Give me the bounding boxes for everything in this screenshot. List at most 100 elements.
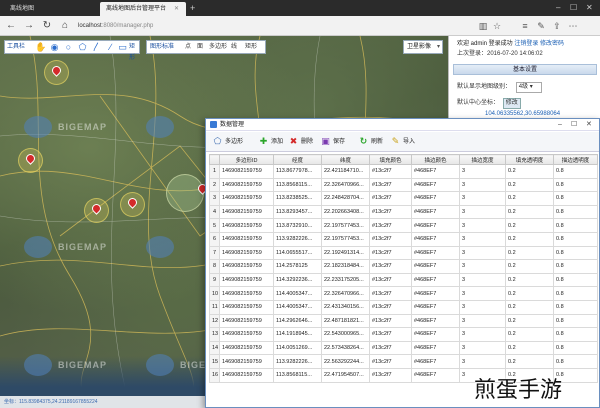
table-row[interactable]: 7 1469082159759 114.0655517... 22.192491314… [209,245,598,261]
table-cell[interactable]: #468EF7 [411,164,460,179]
table-row[interactable]: 15 1469082159759 113.9282226... 22.56329224… [209,354,598,369]
table-cell[interactable]: 3 [459,177,506,193]
reading-view-icon[interactable]: ▥ [476,19,490,33]
table-cell[interactable]: 0.8 [553,286,598,301]
table-cell[interactable]: 0.2 [505,272,554,288]
table-cell[interactable]: #468EF7 [411,259,460,274]
table-cell[interactable]: #13c2f7 [369,218,412,233]
table-row[interactable]: 3 1469082159759 113.8238525... 22.248428704… [209,191,598,206]
table-cell[interactable]: #468EF7 [411,313,460,329]
layer-line[interactable]: 线 [231,41,237,53]
table-row[interactable]: 6 1469082159759 113.9282226... 22.197577453… [209,231,598,247]
minimize-icon[interactable]: – [556,2,560,14]
table-row[interactable]: 11 1469082159759 114.4005347... 22.43134015… [209,299,598,315]
forward-icon[interactable]: → [22,19,36,33]
table-cell[interactable]: 22.421184710... [321,164,370,179]
dialog-title-bar[interactable]: 数据管理 – ☐ ✕ [206,119,599,131]
table-cell[interactable]: #13c2f7 [369,272,412,288]
save-button[interactable]: ▣ 保存 [320,135,345,149]
table-cell[interactable]: 1469082159759 [219,231,274,247]
table-cell[interactable]: #468EF7 [411,191,460,206]
column-header[interactable]: 纬度 [321,154,370,165]
column-header[interactable]: 经度 [273,154,322,165]
table-cell[interactable]: 0.2 [505,313,554,329]
table-cell[interactable]: 22.543000965... [321,327,370,342]
refresh-button[interactable]: ↻ 刷新 [358,135,383,149]
map-marker[interactable] [84,198,109,223]
table-cell[interactable]: 0.2 [505,191,554,206]
layer-point[interactable]: 点 [185,41,191,53]
table-cell[interactable]: 3 [459,340,506,356]
table-cell[interactable]: 3 [459,245,506,261]
table-cell[interactable]: 0.8 [553,231,598,247]
table-cell[interactable]: 114.2962646... [273,313,322,329]
table-cell[interactable]: 1469082159759 [219,299,274,315]
import-button[interactable]: ✎ 导入 [390,135,415,149]
table-cell[interactable]: 0.8 [553,204,598,220]
table-cell[interactable]: 22.192491314... [321,245,370,261]
table-cell[interactable]: #13c2f7 [369,354,412,369]
close-icon[interactable]: ✕ [586,119,592,130]
table-cell[interactable]: 3 [459,259,506,274]
table-cell[interactable]: 113.8568115... [273,367,322,383]
table-cell[interactable]: #13c2f7 [369,286,412,301]
home-icon[interactable]: ⌂ [58,19,72,33]
table-cell[interactable]: 22.182318484... [321,259,370,274]
refresh-icon[interactable]: ↻ [40,19,54,33]
table-cell[interactable]: #13c2f7 [369,340,412,356]
column-header[interactable]: 多边形ID [219,154,274,165]
table-cell[interactable]: 0.8 [553,272,598,288]
table-cell[interactable]: 0.8 [553,218,598,233]
table-cell[interactable]: 1469082159759 [219,177,274,193]
table-cell[interactable]: #13c2f7 [369,313,412,329]
table-cell[interactable]: 22.326470966... [321,286,370,301]
table-cell[interactable]: 0.2 [505,354,554,369]
table-cell[interactable]: 22.573438264... [321,340,370,356]
table-cell[interactable]: #468EF7 [411,177,460,193]
table-cell[interactable]: #468EF7 [411,299,460,315]
table-row[interactable]: 8 1469082159759 114.2578125 22.182318484...… [209,259,598,274]
table-cell[interactable]: 0.8 [553,259,598,274]
table-row[interactable]: 1 1469082159759 113.8677978... 22.421184710… [209,164,598,179]
table-cell[interactable]: 0.8 [553,164,598,179]
table-row[interactable]: 4 1469082159759 113.8293457... 22.202663408… [209,204,598,220]
table-cell[interactable]: #468EF7 [411,354,460,369]
add-button[interactable]: ✚ 添加 [258,135,283,149]
table-cell[interactable]: 3 [459,191,506,206]
note-icon[interactable]: ✎ [534,19,548,33]
center-edit-button[interactable]: 修改 [502,98,521,109]
table-cell[interactable]: 3 [459,286,506,301]
rectangle-icon[interactable]: ▭ [117,42,128,53]
table-cell[interactable]: 0.2 [505,327,554,342]
table-cell[interactable]: 3 [459,218,506,233]
table-cell[interactable]: 114.0655517... [273,245,322,261]
marker-icon[interactable]: ◉ [49,42,60,53]
table-cell[interactable]: 22.197577453... [321,218,370,233]
hub-icon[interactable]: ≡ [518,19,532,33]
table-cell[interactable]: #468EF7 [411,204,460,220]
table-cell[interactable]: #13c2f7 [369,245,412,261]
table-cell[interactable]: 113.8568115... [273,177,322,193]
table-cell[interactable]: 0.8 [553,340,598,356]
delete-button[interactable]: ✖ 删除 [288,135,313,149]
column-header[interactable]: 填充颜色 [369,154,412,165]
table-cell[interactable]: 22.431340156... [321,299,370,315]
layer-polygon[interactable]: 多边形 [209,41,227,53]
table-cell[interactable]: 1469082159759 [219,367,274,383]
layer-area[interactable]: 面 [197,41,203,53]
table-cell[interactable]: #468EF7 [411,272,460,288]
table-cell[interactable]: 3 [459,354,506,369]
minimize-icon[interactable]: – [558,119,562,130]
table-cell[interactable]: 1469082159759 [219,313,274,329]
table-cell[interactable]: #13c2f7 [369,164,412,179]
table-cell[interactable]: 1469082159759 [219,191,274,206]
table-row[interactable]: 9 1469082159759 114.3292236... 22.233175205… [209,272,598,288]
table-cell[interactable]: 1469082159759 [219,245,274,261]
table-cell[interactable]: #13c2f7 [369,259,412,274]
table-cell[interactable]: 0.8 [553,299,598,315]
table-cell[interactable]: 22.563292244... [321,354,370,369]
table-cell[interactable]: 22.471954507... [321,367,370,383]
table-cell[interactable]: 1469082159759 [219,286,274,301]
table-cell[interactable]: 3 [459,204,506,220]
table-row[interactable]: 2 1469082159759 113.8568115... 22.326470966… [209,177,598,193]
